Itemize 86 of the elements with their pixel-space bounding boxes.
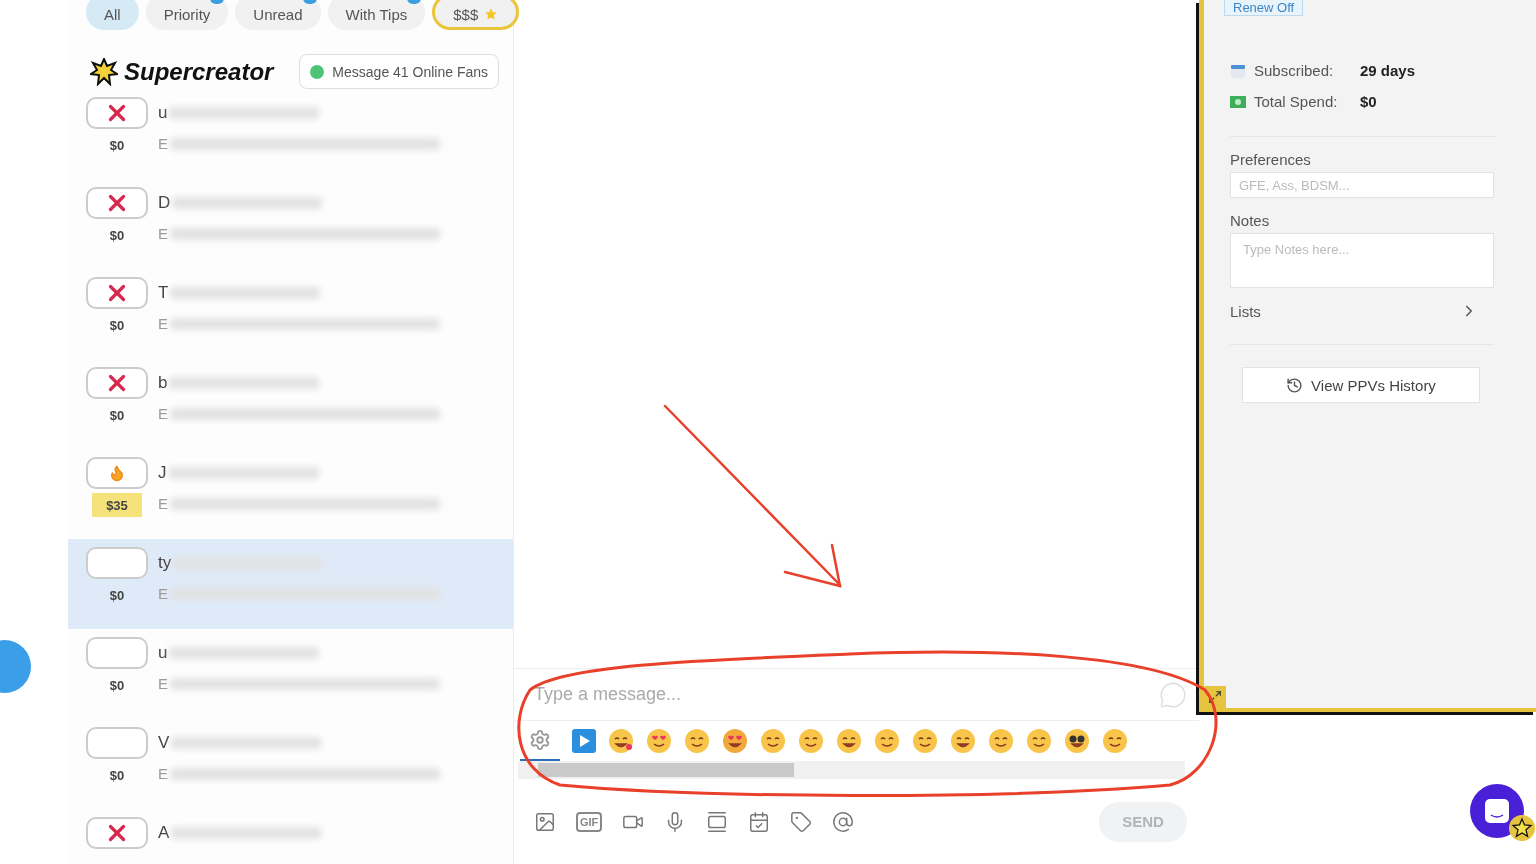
fan-row[interactable]: $0 D E: [68, 179, 513, 269]
fan-name: ty: [158, 553, 172, 573]
gear-icon: [529, 729, 551, 751]
fan-name: b: [158, 373, 168, 393]
fan-spend: $0: [108, 766, 126, 785]
emoji-icon[interactable]: [874, 728, 900, 754]
emoji-icon[interactable]: [722, 728, 748, 754]
emoji-icon[interactable]: [836, 728, 862, 754]
fan-name: A: [158, 823, 170, 843]
fan-spend: $0: [108, 676, 126, 695]
renew-button[interactable]: Renew Off: [1224, 0, 1304, 16]
fan-row[interactable]: $0 ty E: [68, 539, 513, 629]
horizontal-scrollbar[interactable]: [518, 761, 1185, 779]
message-preview: E: [158, 765, 168, 782]
image-icon[interactable]: [534, 810, 556, 833]
fan-spend: $0: [108, 316, 126, 335]
emoji-icon[interactable]: [1026, 728, 1052, 754]
calendar-icon: [1230, 62, 1246, 79]
online-dot-icon: [310, 64, 325, 79]
message-preview: E: [158, 495, 168, 512]
field-label: Notes: [1230, 212, 1271, 229]
filter-tab[interactable]: Priority: [145, 0, 229, 30]
message-preview: E: [158, 405, 168, 422]
star-icon: [484, 7, 499, 21]
message-online-fans-button[interactable]: Message 41 Online Fans: [299, 54, 499, 89]
emoji-icon[interactable]: [1102, 728, 1128, 754]
stat-label: Subscribed:: [1254, 62, 1335, 79]
fan-row[interactable]: $0 V E: [68, 719, 513, 809]
field-label: Preferences: [1230, 151, 1312, 168]
filter-tab[interactable]: Unread: [235, 0, 321, 30]
price-tag-icon[interactable]: [790, 810, 813, 833]
fan-row[interactable]: $0 u E: [68, 629, 513, 719]
fan-name: u: [158, 103, 168, 123]
gif-button[interactable]: GIF: [576, 811, 603, 832]
emoji-icon[interactable]: [760, 728, 786, 754]
gallery-icon[interactable]: [706, 810, 729, 833]
filter-tab[interactable]: All: [86, 0, 139, 30]
emoji-icon[interactable]: [950, 728, 976, 754]
message-preview: E: [158, 225, 168, 242]
stat-value: $0: [1360, 93, 1377, 110]
filter-tab[interactable]: With Tips: [327, 0, 426, 30]
history-icon: [1286, 376, 1304, 394]
expand-arrows-icon: [1208, 690, 1222, 704]
fan-row[interactable]: A: [68, 809, 513, 864]
banknote-icon: [1230, 95, 1246, 108]
stat-label: Total Spend:: [1254, 93, 1339, 110]
fan-name: D: [158, 193, 171, 213]
filter-tab[interactable]: $$$: [432, 0, 520, 30]
fan-row[interactable]: $0 u E: [68, 89, 513, 179]
emoji-icon[interactable]: [912, 728, 938, 754]
message-preview: E: [158, 135, 168, 152]
message-preview: E: [158, 315, 168, 332]
calendar-check-icon[interactable]: [748, 810, 771, 833]
emoji-icon[interactable]: [608, 728, 634, 754]
fan-name: u: [158, 643, 168, 663]
fan-spend: $0: [108, 226, 126, 245]
fan-spend: $35: [92, 493, 142, 517]
preferences-field[interactable]: GFE, Ass, BDSM...: [1230, 172, 1494, 198]
logo-icon: [90, 57, 118, 86]
emoji-icon[interactable]: [988, 728, 1014, 754]
fan-name: J: [158, 463, 167, 483]
message-preview: E: [158, 675, 168, 692]
notes-field[interactable]: Type Notes here...: [1230, 233, 1494, 288]
brand-name: Supercreator: [124, 57, 274, 86]
fan-row[interactable]: $35 J E: [68, 449, 513, 539]
fan-spend: $0: [108, 406, 126, 425]
emoji-icon[interactable]: [1064, 728, 1090, 754]
fan-spend: $0: [108, 136, 126, 155]
stat-value: 29 days: [1360, 62, 1416, 79]
fan-row[interactable]: $0 b E: [68, 359, 513, 449]
fan-row[interactable]: $0 T E: [68, 269, 513, 359]
star-badge-icon: [1509, 815, 1535, 841]
at-sign-icon[interactable]: [832, 810, 855, 833]
message-preview: E: [158, 585, 168, 602]
view-history-button[interactable]: View PPVs History: [1242, 367, 1480, 403]
chat-icon: [1484, 798, 1510, 824]
emoji-icon[interactable]: [684, 728, 710, 754]
emoji-icon[interactable]: [798, 728, 824, 754]
flame-icon: [108, 464, 126, 482]
fan-spend: $0: [108, 586, 126, 605]
chat-launcher-button[interactable]: [1470, 784, 1524, 838]
fan-name: T: [158, 283, 169, 303]
lists-row[interactable]: Lists: [1230, 302, 1478, 320]
play-icon[interactable]: [572, 729, 596, 753]
message-input[interactable]: Type a message...: [532, 683, 1159, 706]
fan-name: V: [158, 733, 170, 753]
